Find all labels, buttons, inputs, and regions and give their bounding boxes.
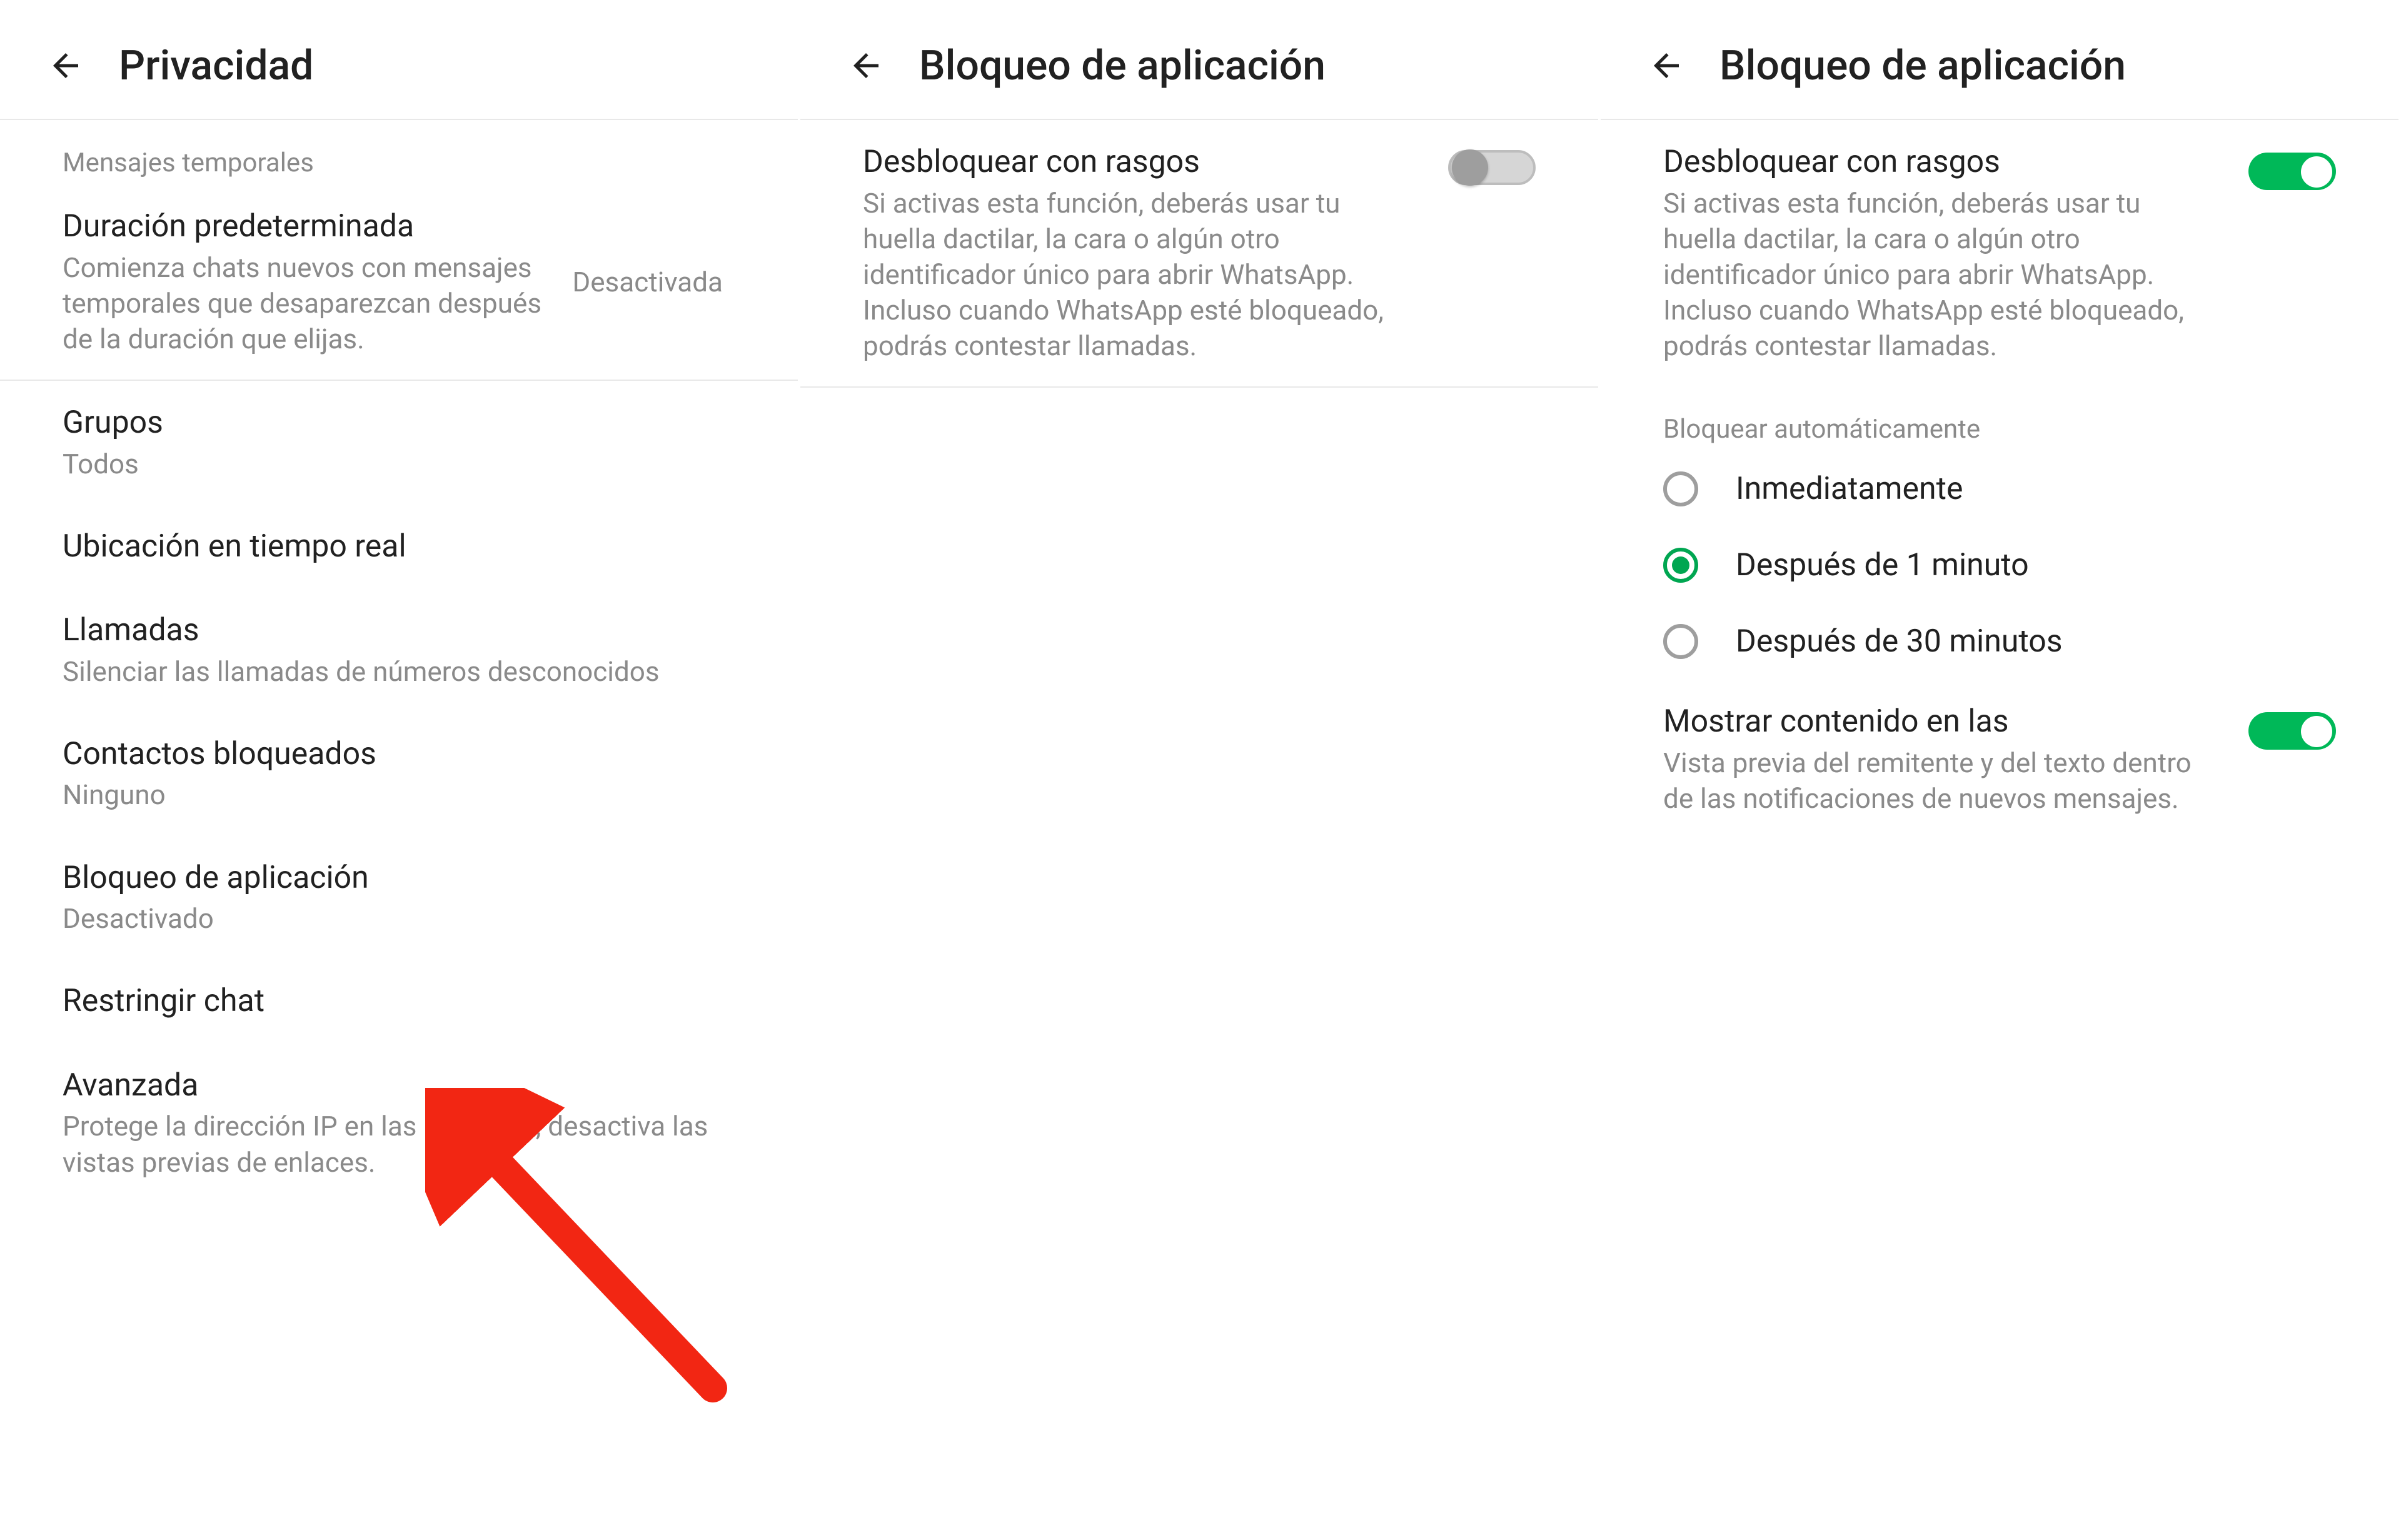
toggle-switch[interactable] xyxy=(1448,143,1536,190)
item-unlock-biometrics[interactable]: Desbloquear con rasgos Si activas esta f… xyxy=(1601,120,2398,386)
item-subtitle: Todos xyxy=(63,446,735,482)
item-title: Desbloquear con rasgos xyxy=(1663,143,2211,182)
item-value: Desactivada xyxy=(572,266,735,298)
item-blocked-contacts[interactable]: Contactos bloqueados Ninguno xyxy=(0,712,798,836)
item-title: Duración predeterminada xyxy=(63,207,547,246)
radio-option-30-minutes[interactable]: Después de 30 minutos xyxy=(1601,603,2398,680)
item-subtitle: Vista previa del remitente y del texto d… xyxy=(1663,745,2211,817)
back-arrow-icon[interactable] xyxy=(38,38,94,94)
page-title: Bloqueo de aplicación xyxy=(919,42,1326,90)
radio-label: Inmediatamente xyxy=(1736,471,1963,507)
item-title: Mostrar contenido en las xyxy=(1663,702,2211,742)
toggle-switch[interactable] xyxy=(2248,143,2336,190)
item-title: Restringir chat xyxy=(63,982,735,1021)
toggle-switch[interactable] xyxy=(2248,702,2336,750)
item-subtitle: Ninguno xyxy=(63,777,735,813)
item-live-location[interactable]: Ubicación en tiempo real xyxy=(0,505,798,589)
item-title: Avanzada xyxy=(63,1066,735,1105)
item-title: Desbloquear con rasgos xyxy=(863,143,1411,182)
item-unlock-biometrics[interactable]: Desbloquear con rasgos Si activas esta f… xyxy=(800,120,1598,386)
item-subtitle: Protege la dirección IP en las llamadas,… xyxy=(63,1109,735,1180)
item-app-lock[interactable]: Bloqueo de aplicación Desactivado xyxy=(0,836,798,960)
back-arrow-icon[interactable] xyxy=(1638,38,1694,94)
header-bar: Bloqueo de aplicación xyxy=(1601,25,2398,119)
item-subtitle: Comienza chats nuevos con mensajes tempo… xyxy=(63,250,547,358)
item-subtitle: Si activas esta función, deberás usar tu… xyxy=(863,186,1411,365)
item-calls[interactable]: Llamadas Silenciar las llamadas de númer… xyxy=(0,588,798,712)
radio-label: Después de 30 minutos xyxy=(1736,623,2063,660)
radio-option-1-minute[interactable]: Después de 1 minuto xyxy=(1601,527,2398,603)
radio-icon[interactable] xyxy=(1663,548,1698,583)
panel-app-lock-on: Bloqueo de aplicación Desbloquear con ra… xyxy=(1601,0,2401,1540)
item-default-duration[interactable]: Duración predeterminada Comienza chats n… xyxy=(0,184,798,380)
radio-label: Después de 1 minuto xyxy=(1736,547,2029,583)
radio-icon[interactable] xyxy=(1663,624,1698,659)
page-title: Bloqueo de aplicación xyxy=(1719,42,2126,90)
item-subtitle: Si activas esta función, deberás usar tu… xyxy=(1663,186,2211,365)
item-restrict-chat[interactable]: Restringir chat xyxy=(0,959,798,1044)
header-bar: Bloqueo de aplicación xyxy=(800,25,1598,119)
header-bar: Privacidad xyxy=(0,25,798,119)
panel-privacy: Privacidad Mensajes temporales Duración … xyxy=(0,0,800,1540)
section-header-temp-msgs: Mensajes temporales xyxy=(0,120,798,184)
item-title: Grupos xyxy=(63,403,735,443)
item-subtitle: Silenciar las llamadas de números descon… xyxy=(63,654,735,690)
item-title: Bloqueo de aplicación xyxy=(63,858,735,898)
item-subtitle: Desactivado xyxy=(63,901,735,937)
item-show-content[interactable]: Mostrar contenido en las Vista previa de… xyxy=(1601,680,2398,839)
radio-option-immediately[interactable]: Inmediatamente xyxy=(1601,451,2398,527)
item-groups[interactable]: Grupos Todos xyxy=(0,381,798,505)
item-advanced[interactable]: Avanzada Protege la dirección IP en las … xyxy=(0,1044,798,1203)
back-arrow-icon[interactable] xyxy=(838,38,894,94)
item-title: Llamadas xyxy=(63,611,735,650)
section-header-auto-lock: Bloquear automáticamente xyxy=(1601,386,2398,451)
divider xyxy=(800,386,1598,388)
panel-app-lock-off: Bloqueo de aplicación Desbloquear con ra… xyxy=(800,0,1601,1540)
page-title: Privacidad xyxy=(119,42,313,90)
item-title: Ubicación en tiempo real xyxy=(63,527,735,566)
item-title: Contactos bloqueados xyxy=(63,735,735,774)
radio-icon[interactable] xyxy=(1663,471,1698,506)
